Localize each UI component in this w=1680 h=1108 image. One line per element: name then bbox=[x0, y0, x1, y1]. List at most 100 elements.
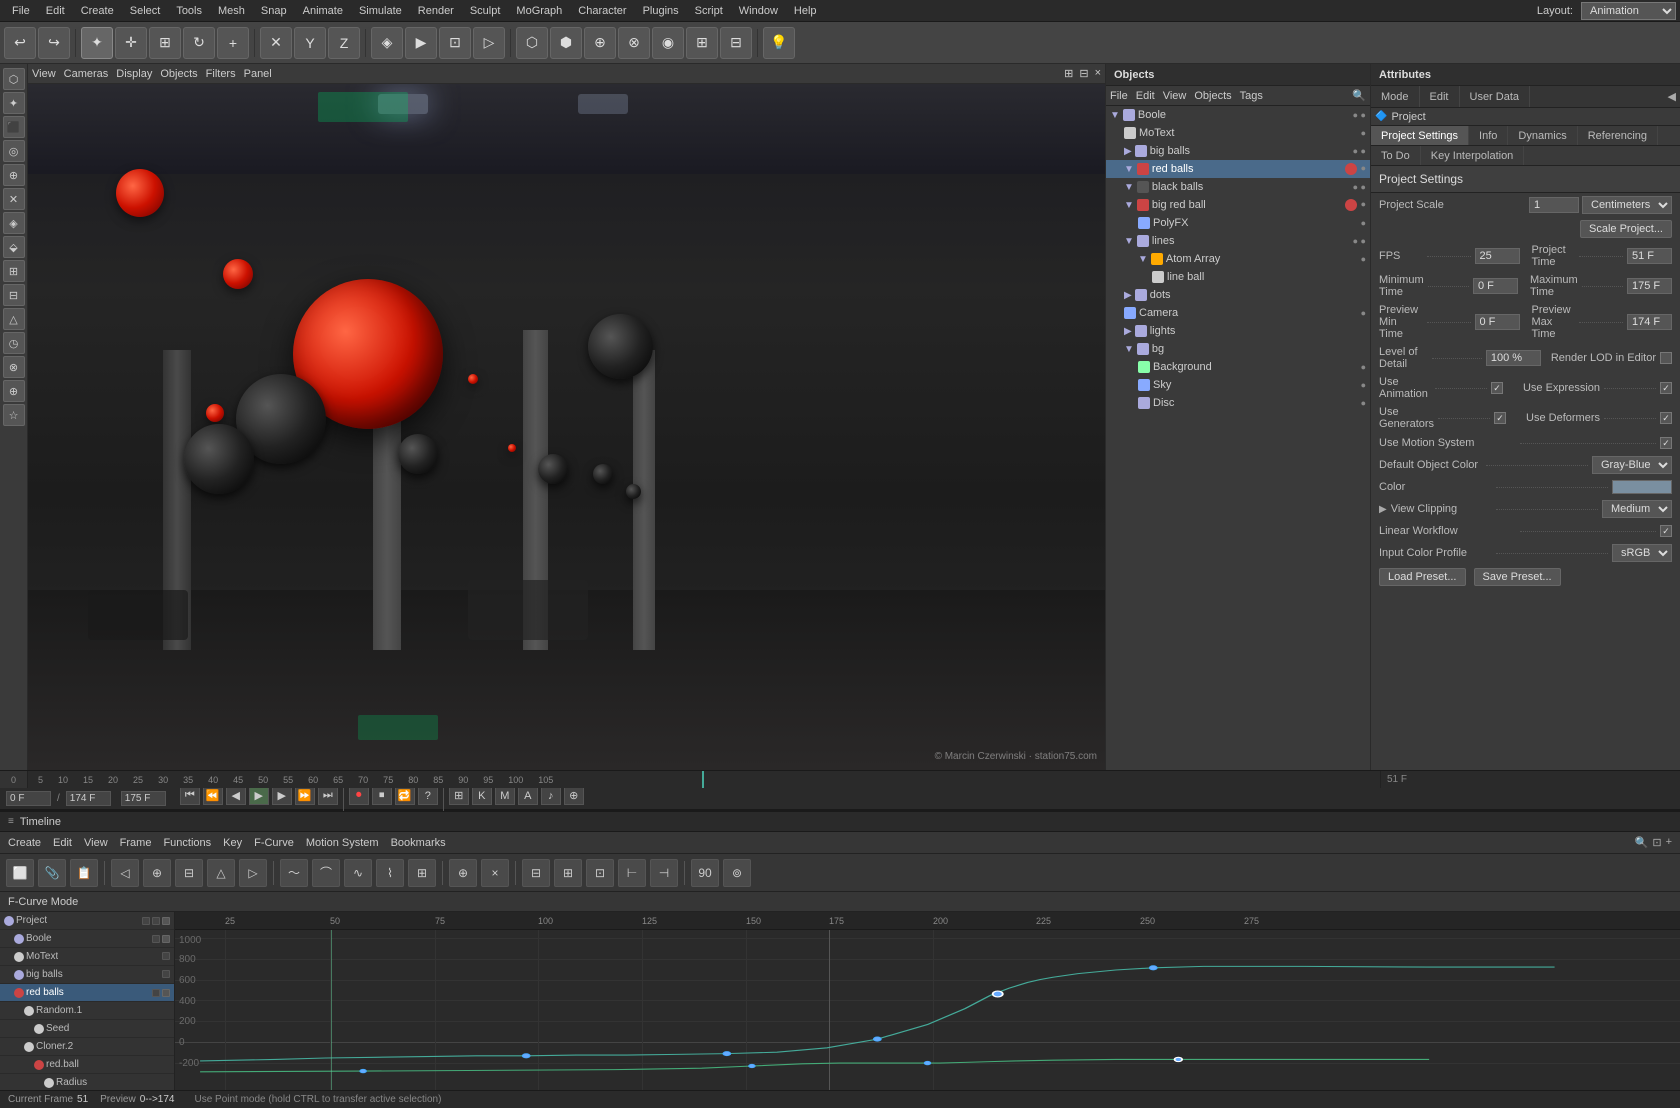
tl-menu-bookmarks[interactable]: Bookmarks bbox=[391, 837, 446, 849]
vp-btn-3[interactable]: × bbox=[1095, 67, 1101, 80]
snap-btn[interactable]: ⊗ bbox=[618, 27, 650, 59]
tl-fit-icon[interactable]: ⊡ bbox=[1652, 836, 1661, 849]
menu-snap[interactable]: Snap bbox=[253, 5, 295, 17]
vp-menu-objects[interactable]: Objects bbox=[160, 68, 197, 80]
fps-input[interactable] bbox=[1475, 248, 1520, 264]
obj-menu-tags[interactable]: Tags bbox=[1240, 90, 1263, 102]
select-tool[interactable]: ✦ bbox=[81, 27, 113, 59]
tl-tool-22[interactable]: ⊚ bbox=[723, 859, 751, 887]
tl-tool-9[interactable]: 〜 bbox=[280, 859, 308, 887]
pb-prev-btn[interactable]: ⏪ bbox=[203, 787, 223, 805]
vp-menu-view[interactable]: View bbox=[32, 68, 56, 80]
create-tool[interactable]: + bbox=[217, 27, 249, 59]
menu-script[interactable]: Script bbox=[687, 5, 731, 17]
scale-project-btn[interactable]: Scale Project... bbox=[1580, 220, 1672, 238]
obj-search-icon[interactable]: 🔍 bbox=[1352, 89, 1366, 102]
playback-frame-end[interactable] bbox=[121, 791, 166, 806]
vp-menu-filters[interactable]: Filters bbox=[206, 68, 236, 80]
tl-tool-15[interactable]: × bbox=[481, 859, 509, 887]
obj-item-black-balls[interactable]: ▼ black balls ● ● bbox=[1106, 178, 1370, 196]
obj-item-background[interactable]: Background ● bbox=[1106, 358, 1370, 376]
material-btn[interactable]: ◈ bbox=[371, 27, 403, 59]
z-axis-btn[interactable]: Z bbox=[328, 27, 360, 59]
redo-btn[interactable]: ↪ bbox=[38, 27, 70, 59]
obj-item-atom-array[interactable]: ▼ Atom Array ● bbox=[1106, 250, 1370, 268]
lod-input[interactable] bbox=[1486, 350, 1541, 366]
project-scale-unit[interactable]: Centimeters Meters Inches bbox=[1582, 196, 1672, 214]
menu-window[interactable]: Window bbox=[731, 5, 786, 17]
left-tool-2[interactable]: ✦ bbox=[3, 92, 25, 114]
left-tool-5[interactable]: ⊕ bbox=[3, 164, 25, 186]
menu-animate[interactable]: Animate bbox=[295, 5, 351, 17]
obj-item-line-ball[interactable]: line ball bbox=[1106, 268, 1370, 286]
tl-tool-17[interactable]: ⊞ bbox=[554, 859, 582, 887]
layout-dropdown[interactable]: Animation Standard bbox=[1581, 2, 1676, 20]
pb-motion-btn[interactable]: M bbox=[495, 787, 515, 805]
tl-tool-11[interactable]: ∿ bbox=[344, 859, 372, 887]
max-time-input[interactable] bbox=[1627, 278, 1672, 294]
tl-menu-frame[interactable]: Frame bbox=[120, 837, 152, 849]
attr-tab-userdata[interactable]: User Data bbox=[1460, 86, 1531, 107]
menu-select[interactable]: Select bbox=[122, 5, 169, 17]
move-tool[interactable]: ✛ bbox=[115, 27, 147, 59]
project-scale-input[interactable] bbox=[1529, 197, 1579, 213]
default-color-dropdown[interactable]: Gray-Blue White Black bbox=[1592, 456, 1672, 474]
tl-tool-2[interactable]: 📎 bbox=[38, 859, 66, 887]
render-btn[interactable]: ▷ bbox=[473, 27, 505, 59]
measure-btn[interactable]: ⊟ bbox=[720, 27, 752, 59]
track-red-ball[interactable]: red.ball bbox=[0, 1056, 174, 1074]
rotate-tool[interactable]: ↻ bbox=[183, 27, 215, 59]
delete-btn[interactable]: ✕ bbox=[260, 27, 292, 59]
left-tool-11[interactable]: △ bbox=[3, 308, 25, 330]
render-lod-checkbox[interactable] bbox=[1660, 352, 1672, 364]
tl-menu-create[interactable]: Create bbox=[8, 837, 41, 849]
tl-tool-14[interactable]: ⊕ bbox=[449, 859, 477, 887]
tl-tool-7[interactable]: △ bbox=[207, 859, 235, 887]
tl-menu-motion[interactable]: Motion System bbox=[306, 837, 379, 849]
obj-item-polyfx[interactable]: PolyFX ● bbox=[1106, 214, 1370, 232]
tl-tool-5[interactable]: ⊕ bbox=[143, 859, 171, 887]
input-color-dropdown[interactable]: sRGB Linear bbox=[1612, 544, 1672, 562]
left-tool-9[interactable]: ⊞ bbox=[3, 260, 25, 282]
tl-zoom-icon[interactable]: + bbox=[1666, 836, 1672, 849]
attr-subtab-referencing[interactable]: Referencing bbox=[1578, 126, 1658, 145]
play-btn[interactable]: ▶ bbox=[405, 27, 437, 59]
obj-item-dots[interactable]: ▶ dots bbox=[1106, 286, 1370, 304]
menu-simulate[interactable]: Simulate bbox=[351, 5, 410, 17]
obj-item-red-balls[interactable]: ▼ red balls ● bbox=[1106, 160, 1370, 178]
playback-frame-current[interactable] bbox=[66, 791, 111, 806]
tl-search-icon[interactable]: 🔍 bbox=[1635, 836, 1649, 849]
tl-tool-16[interactable]: ⊟ bbox=[522, 859, 550, 887]
track-random1[interactable]: Random.1 bbox=[0, 1002, 174, 1020]
menu-create[interactable]: Create bbox=[73, 5, 122, 17]
pb-play-btn[interactable]: ▶ bbox=[249, 787, 269, 805]
obj-menu-file[interactable]: File bbox=[1110, 90, 1128, 102]
pb-step-fwd-btn[interactable]: ▶ bbox=[272, 787, 292, 805]
tl-tool-6[interactable]: ⊟ bbox=[175, 859, 203, 887]
color-swatch[interactable] bbox=[1612, 480, 1672, 494]
main-timeline-ruler[interactable]: 0 5 10 15 20 25 30 35 40 45 50 55 60 65 … bbox=[0, 770, 1680, 788]
left-tool-10[interactable]: ⊟ bbox=[3, 284, 25, 306]
obj-item-disc[interactable]: Disc ● bbox=[1106, 394, 1370, 412]
pb-step-back-btn[interactable]: ◀ bbox=[226, 787, 246, 805]
left-tool-1[interactable]: ⬡ bbox=[3, 68, 25, 90]
track-radius[interactable]: Radius bbox=[0, 1074, 174, 1090]
tl-tool-21[interactable]: 90 bbox=[691, 859, 719, 887]
tl-tool-3[interactable]: 📋 bbox=[70, 859, 98, 887]
menu-help[interactable]: Help bbox=[786, 5, 825, 17]
use-animation-checkbox[interactable]: ✓ bbox=[1491, 382, 1503, 394]
menu-mesh[interactable]: Mesh bbox=[210, 5, 253, 17]
view3d-btn[interactable]: ⬡ bbox=[516, 27, 548, 59]
use-generators-checkbox[interactable]: ✓ bbox=[1494, 412, 1506, 424]
attr-tab-edit[interactable]: Edit bbox=[1420, 86, 1460, 107]
pb-sound-btn[interactable]: ♪ bbox=[541, 787, 561, 805]
track-big-balls[interactable]: big balls bbox=[0, 966, 174, 984]
light-btn[interactable]: 💡 bbox=[763, 27, 795, 59]
obj-item-sky[interactable]: Sky ● bbox=[1106, 376, 1370, 394]
tl-tool-4[interactable]: ◁ bbox=[111, 859, 139, 887]
obj-item-camera[interactable]: Camera ● bbox=[1106, 304, 1370, 322]
left-tool-13[interactable]: ⊗ bbox=[3, 356, 25, 378]
coord-btn[interactable]: ⊕ bbox=[584, 27, 616, 59]
view-clipping-dropdown[interactable]: Medium Small Large bbox=[1602, 500, 1672, 518]
pb-help-btn[interactable]: ? bbox=[418, 787, 438, 805]
